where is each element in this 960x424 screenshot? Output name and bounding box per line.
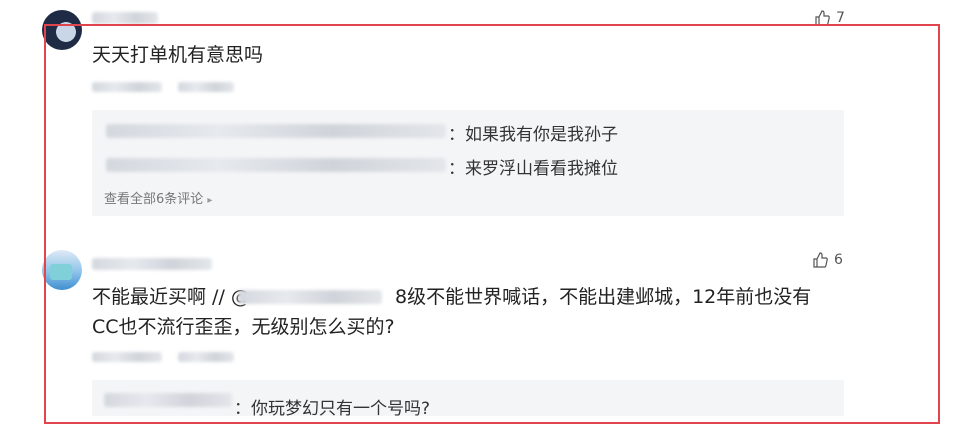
view-all-comments-link[interactable]: 查看全部6条评论 ▸ [104,188,212,207]
mention-redacted[interactable] [238,290,382,304]
reply-text: ：如果我有你是我孙子 [448,125,618,145]
thumbs-up-icon [815,10,830,26]
reply-user-redacted [106,124,446,138]
chevron-right-icon: ▸ [207,195,213,206]
username-redacted[interactable] [92,12,158,24]
reply-box: ：你玩梦幻只有一个号吗? [92,380,844,419]
reply-box: ：如果我有你是我孙子 ：来罗浮山看看我摊位 查看全部6条评论 ▸ [92,110,844,216]
like-button[interactable]: 6 [812,252,843,268]
comment-text: 天天打单机有意思吗 [92,44,264,66]
reply-text: ：你玩梦幻只有一个号吗? [234,399,431,419]
thumbs-up-icon [813,252,828,268]
meta-redacted [178,352,234,362]
reply-user-redacted [104,393,232,407]
like-button[interactable]: 7 [814,10,845,26]
like-count: 7 [836,10,845,26]
view-all-label: 查看全部6条评论 [104,192,204,207]
timestamp-redacted [92,82,162,92]
reply-text: ：来罗浮山看看我摊位 [448,159,618,179]
timestamp-redacted [92,352,162,362]
avatar[interactable] [42,250,82,290]
reply-user-redacted [106,158,446,172]
like-count: 6 [834,252,843,268]
meta-redacted [178,82,234,92]
comment-text-line2: CC也不流行歪歪，无级别怎么买的? [92,316,395,338]
comment-text-part: 不能最近买啊 // @ [92,286,250,308]
comment-text-part: 8级不能世界喊话，不能出建邺城，12年前也没有 [395,286,812,308]
avatar[interactable] [42,10,82,50]
username-redacted[interactable] [92,258,212,270]
